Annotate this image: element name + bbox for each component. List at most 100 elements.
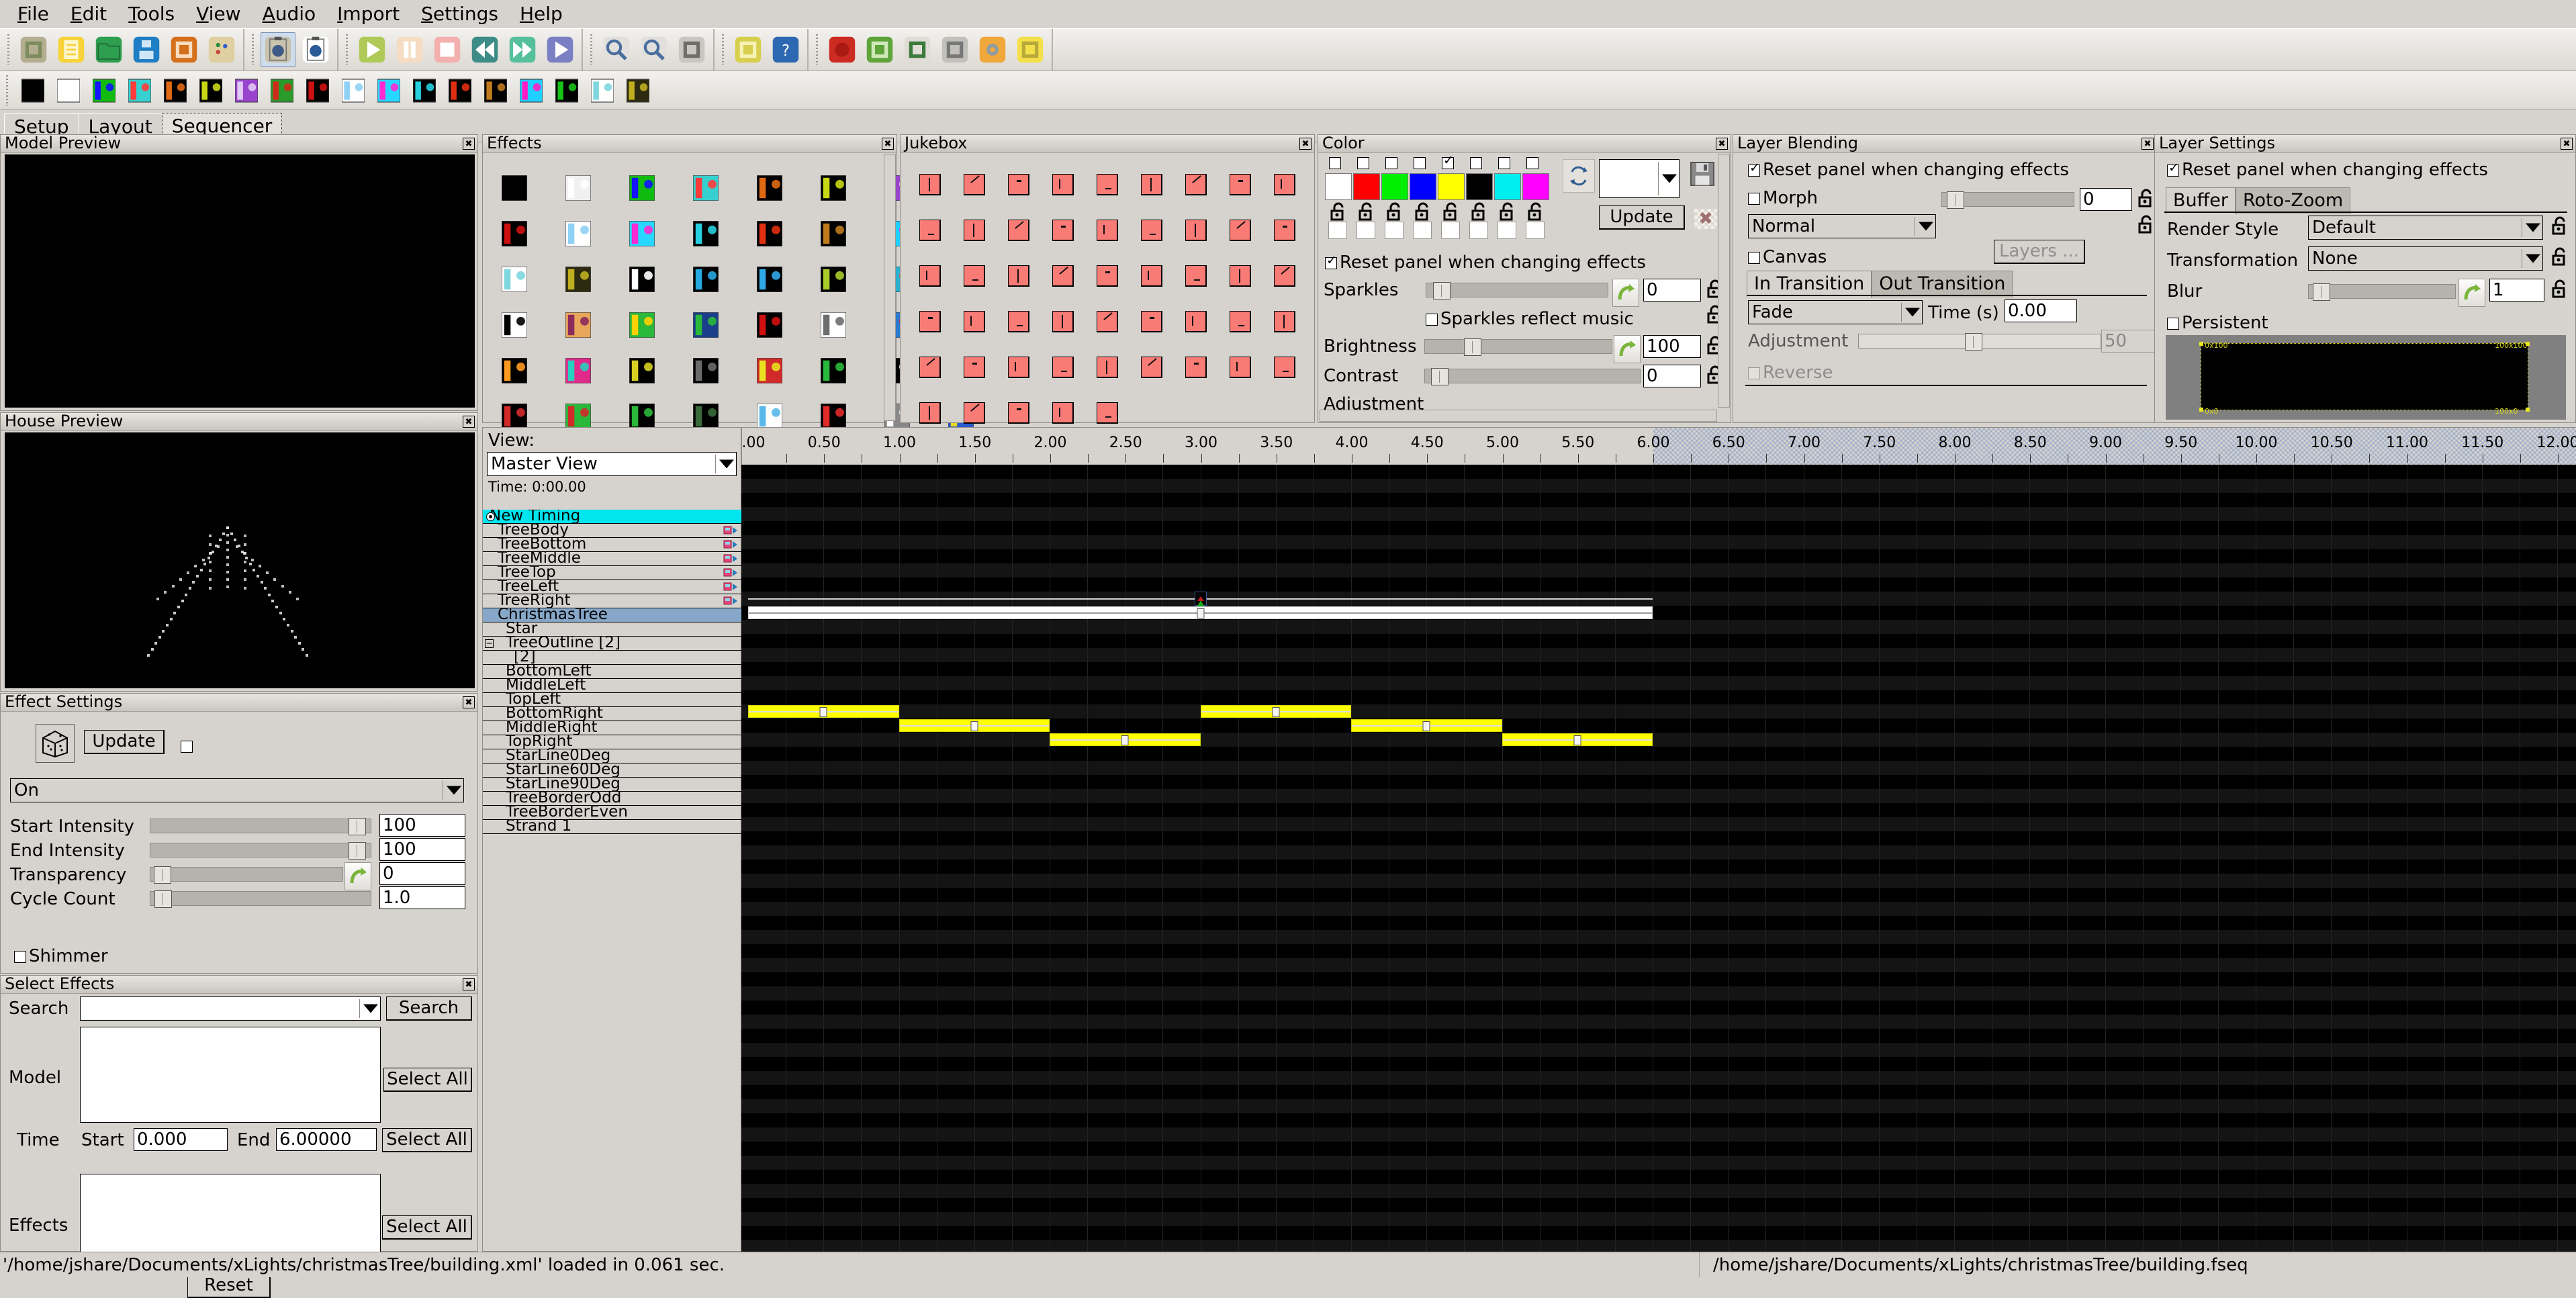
contrast-slider[interactable]: [1424, 369, 1641, 383]
effect-param-value-field[interactable]: 0: [379, 862, 465, 885]
morph-checkbox-row[interactable]: Morph: [1748, 187, 1818, 208]
effect-fill-icon-button[interactable]: [693, 221, 719, 251]
jukebox-bar-43-button[interactable]: [1185, 357, 1207, 378]
row-label-treeright[interactable]: TreeRight: [483, 594, 742, 608]
grid-row[interactable]: [741, 1071, 2576, 1085]
effect-bar[interactable]: [748, 606, 1653, 619]
jukebox-bar-3-button[interactable]: [1008, 174, 1029, 195]
model-button[interactable]: [674, 32, 709, 67]
color-swatch[interactable]: [1494, 173, 1521, 200]
lock-open-icon[interactable]: [1330, 201, 1347, 222]
open-folder-button[interactable]: [91, 32, 126, 67]
render-style-combo[interactable]: Default: [2308, 216, 2543, 240]
jukebox-bar-39-button[interactable]: [1008, 357, 1029, 378]
shuffle-colors-button[interactable]: [1563, 159, 1595, 193]
jukebox-bar-28-button[interactable]: [919, 311, 941, 332]
grid-row[interactable]: [741, 690, 2576, 704]
effects-toolbar-grip[interactable]: [4, 75, 11, 106]
render-all-button[interactable]: [731, 32, 766, 67]
timeline-ruler[interactable]: 0.000.501.001.502.002.503.003.504.004.50…: [741, 427, 2576, 465]
menu-item-view[interactable]: View: [185, 3, 251, 25]
timing-toolbar-button[interactable]: [261, 32, 295, 67]
new-sequence-button[interactable]: [16, 32, 51, 67]
buffer-preview[interactable]: 0x100100x1000x0100x0: [2166, 335, 2566, 420]
grid-row[interactable]: [741, 1142, 2576, 1156]
lock-open-icon[interactable]: [2137, 188, 2155, 208]
effect-bars-icon-button[interactable]: [629, 175, 655, 205]
color-value-box[interactable]: [1441, 222, 1460, 239]
grid-row[interactable]: [741, 507, 2576, 521]
effect-bar-handle[interactable]: [1573, 735, 1581, 745]
effect-bar[interactable]: [748, 705, 899, 718]
effect-glediator-icon-button[interactable]: [591, 78, 614, 103]
blur-revert-button[interactable]: [2458, 279, 2485, 307]
blur-slider[interactable]: [2308, 284, 2456, 299]
grid-row[interactable]: [741, 577, 2576, 592]
row-label-starline90deg[interactable]: StarLine90Deg: [483, 778, 742, 792]
clear-palette-button[interactable]: ✖: [1694, 209, 1717, 229]
reset-button[interactable]: Reset: [187, 1274, 271, 1298]
lock-open-icon[interactable]: [1386, 201, 1404, 222]
grid-row[interactable]: [741, 1015, 2576, 1029]
persistent-checkbox-row[interactable]: Persistent: [2167, 312, 2268, 333]
effect-plasma-icon-button[interactable]: [693, 312, 719, 342]
reverse-checkbox-row[interactable]: Reverse: [1748, 362, 1833, 383]
grid-row[interactable]: [741, 803, 2576, 817]
row-label-treebody[interactable]: TreeBody: [483, 524, 742, 538]
zoom-out-button[interactable]: [637, 32, 672, 67]
jukebox-bar-9-button[interactable]: [1274, 174, 1295, 195]
color-swatch[interactable]: [1325, 173, 1352, 200]
jukebox-bar-1-button[interactable]: [919, 174, 941, 195]
effect-spirals-icon-button[interactable]: [757, 358, 782, 388]
lights-on-button[interactable]: [1013, 32, 1048, 67]
transition-type-combo[interactable]: Fade: [1748, 300, 1923, 324]
jukebox-bar-24-button[interactable]: [1141, 265, 1162, 287]
grid-row[interactable]: [741, 888, 2576, 902]
jukebox-bar-48-button[interactable]: [1008, 402, 1029, 424]
tab-buffer[interactable]: Buffer: [2166, 187, 2236, 214]
collapse-icon[interactable]: −: [485, 639, 494, 648]
jukebox-bar-26-button[interactable]: [1230, 265, 1251, 287]
time-select-all-button[interactable]: Select All: [382, 1128, 472, 1152]
fast-forward-button[interactable]: [505, 32, 540, 67]
grid-row[interactable]: [741, 704, 2576, 718]
effect-bar-handle[interactable]: [970, 721, 978, 731]
grid-row[interactable]: [741, 1099, 2576, 1113]
effect-bars-icon-button[interactable]: [93, 78, 116, 103]
color-value-box[interactable]: [1356, 222, 1375, 239]
color-enable-checkbox[interactable]: [1442, 157, 1454, 169]
jukebox-bar-19-button[interactable]: [919, 265, 941, 287]
timing-marker[interactable]: [1195, 592, 1207, 606]
grid-row[interactable]: [741, 493, 2576, 507]
buffer-corner-handle[interactable]: [2526, 408, 2530, 412]
tab-roto-zoom[interactable]: Roto-Zoom: [2236, 187, 2350, 214]
randomize-effect-button[interactable]: [36, 724, 75, 763]
lock-open-icon[interactable]: [1471, 201, 1488, 222]
row-label-new-timing[interactable]: New Timing: [483, 510, 742, 524]
grid-row[interactable]: [741, 1184, 2576, 1198]
effect-garlands-icon-button[interactable]: [555, 78, 578, 103]
sparkles-value-field[interactable]: 0: [1643, 279, 1701, 302]
color-value-box[interactable]: [1498, 222, 1516, 239]
close-icon[interactable]: [463, 978, 475, 990]
jukebox-bar-21-button[interactable]: [1008, 265, 1029, 287]
jukebox-bar-8-button[interactable]: [1230, 174, 1251, 195]
save-as-button[interactable]: [167, 32, 201, 67]
close-icon[interactable]: [882, 138, 894, 150]
blend-adjustment-slider[interactable]: [1858, 334, 2101, 349]
color-swatch[interactable]: [1466, 173, 1493, 200]
effect-bar[interactable]: [899, 719, 1050, 732]
rewind-button[interactable]: [467, 32, 502, 67]
canvas-checkbox-row[interactable]: Canvas: [1748, 246, 1827, 267]
grid-row[interactable]: [741, 930, 2576, 944]
effect-galaxy-icon-button[interactable]: [520, 78, 543, 103]
effect-dmx-icon-button[interactable]: [502, 221, 527, 251]
toolbar-grip[interactable]: [588, 34, 595, 65]
model-select-all-button[interactable]: Select All: [383, 1068, 472, 1092]
grid-row[interactable]: [741, 479, 2576, 493]
effect-pictures-icon-button[interactable]: [565, 312, 591, 342]
close-icon[interactable]: [2561, 138, 2573, 150]
sequencer-grid[interactable]: [741, 465, 2576, 1252]
effect-dmx-icon-button[interactable]: [306, 78, 329, 103]
effect-marquee-icon-button[interactable]: [757, 267, 782, 297]
